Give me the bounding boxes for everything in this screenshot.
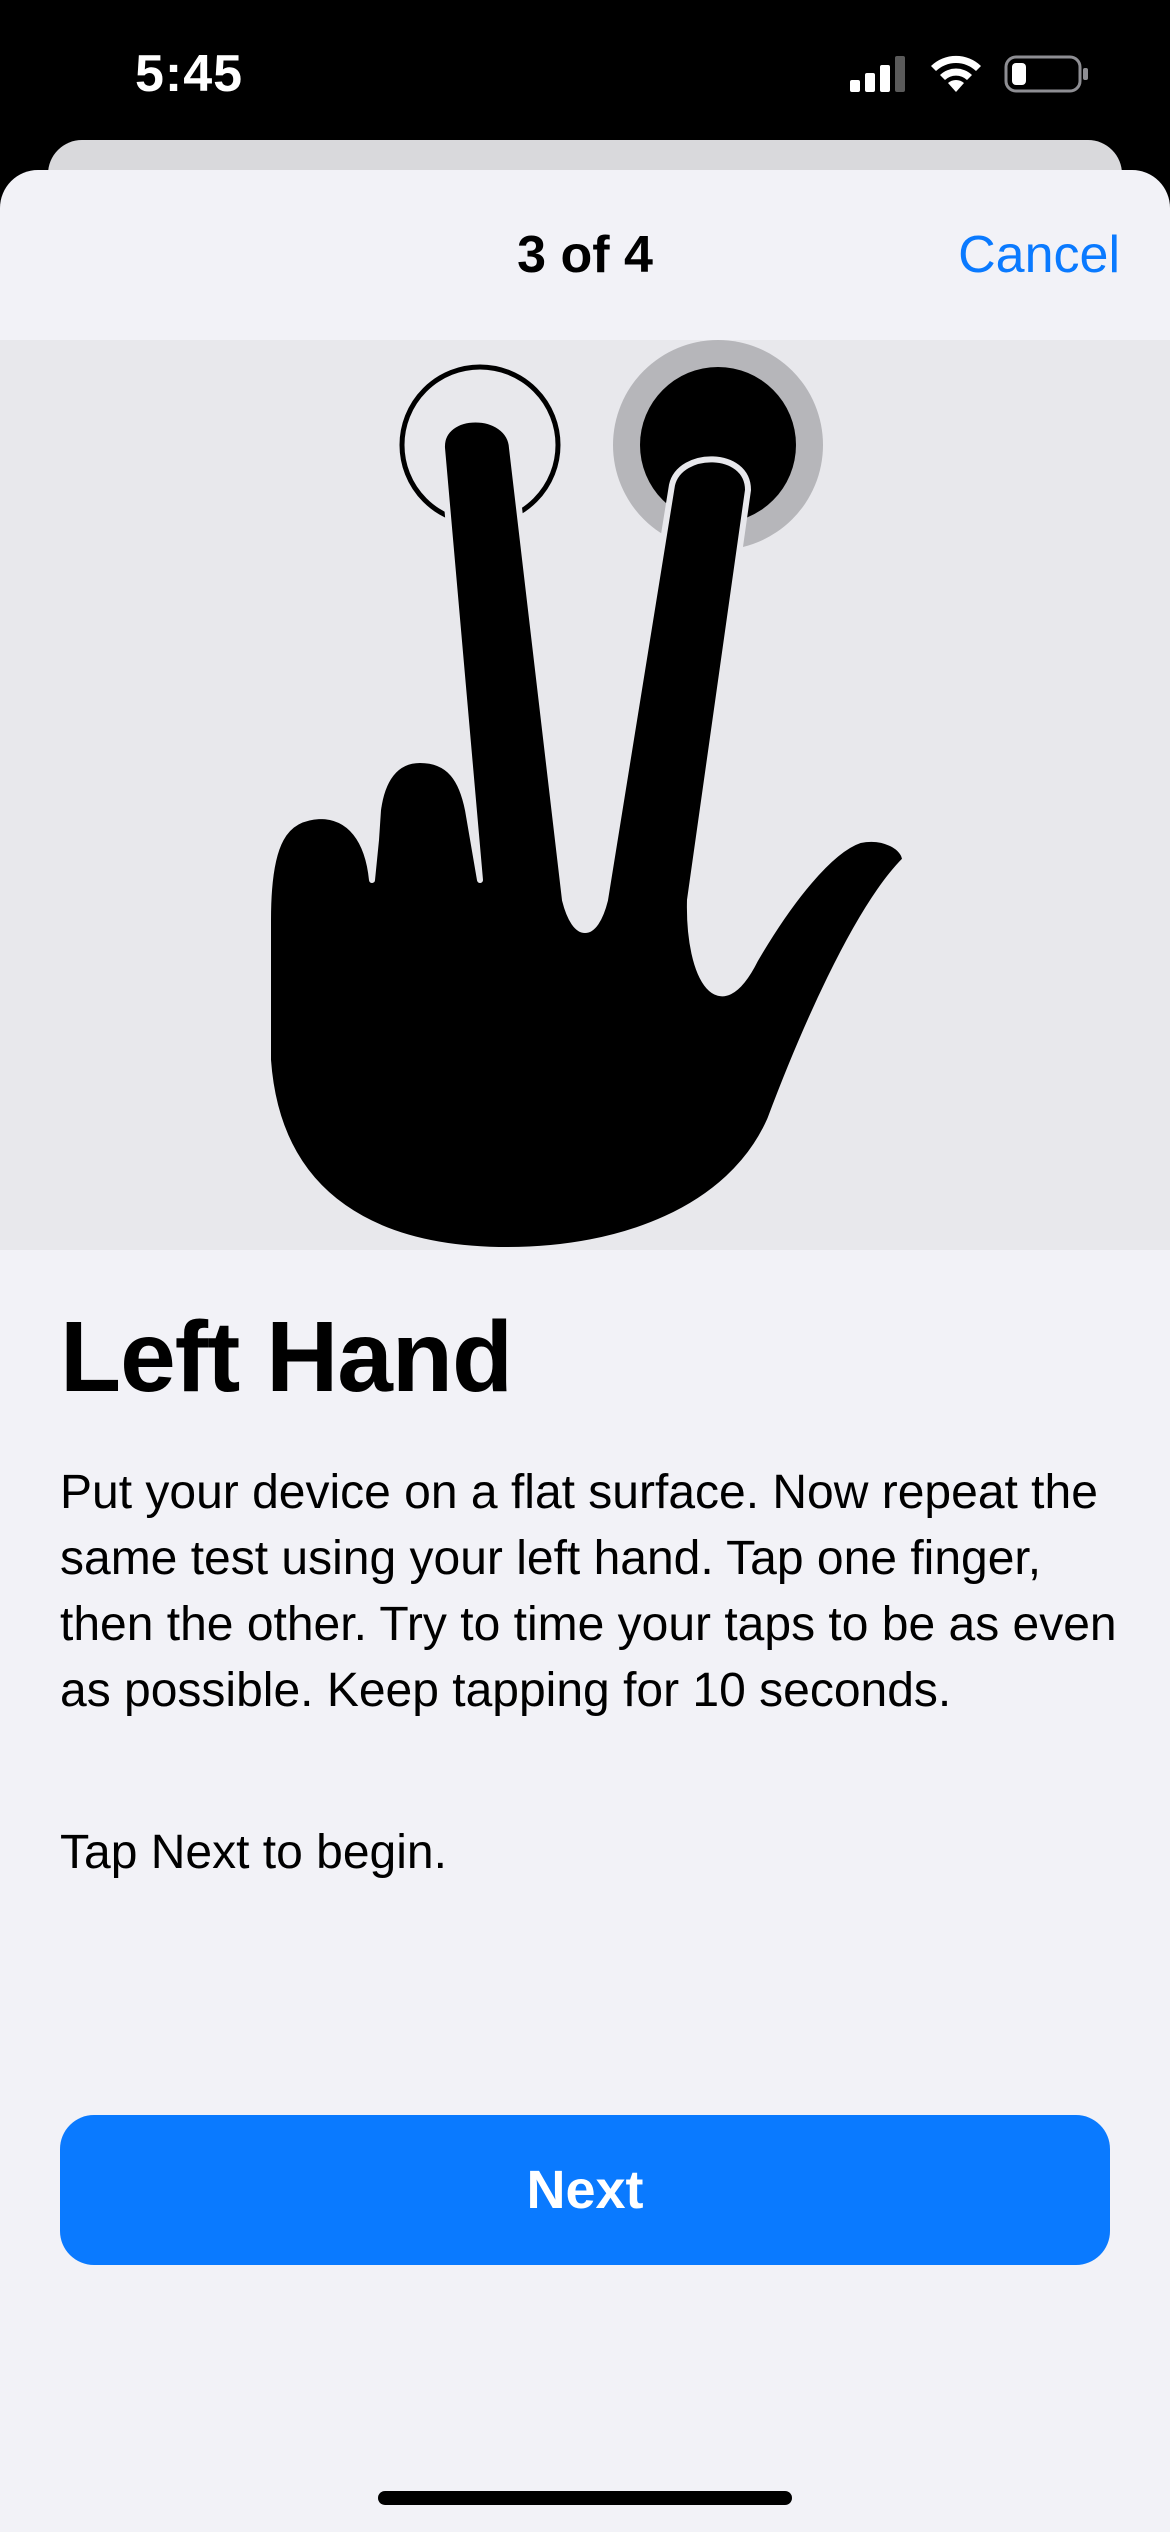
- modal-sheet: 3 of 4 Cancel Left Hand Put your device …: [0, 170, 1170, 2532]
- screen: 5:45 3 of 4 Cancel Left Hand Put your de…: [0, 0, 1170, 2532]
- navigation-bar: 3 of 4 Cancel: [0, 170, 1170, 340]
- cellular-signal-icon: [850, 56, 905, 92]
- status-time: 5:45: [135, 45, 244, 103]
- page-title: Left Hand: [60, 1301, 513, 1413]
- status-bar: 5:45: [0, 0, 1170, 150]
- illustration-panel: [0, 340, 1170, 1250]
- two-finger-tap-hand-icon: [265, 340, 908, 1250]
- next-button[interactable]: Next: [60, 2115, 1110, 2265]
- instructions-text: Put your device on a flat surface. Now r…: [60, 1466, 1117, 1717]
- home-indicator[interactable]: [378, 2491, 792, 2505]
- begin-hint-text: Tap Next to begin.: [60, 1826, 447, 1879]
- wifi-icon: [931, 55, 981, 92]
- battery-icon: [1004, 55, 1088, 93]
- status-icons: [848, 54, 1090, 94]
- cancel-button[interactable]: Cancel: [958, 225, 1120, 285]
